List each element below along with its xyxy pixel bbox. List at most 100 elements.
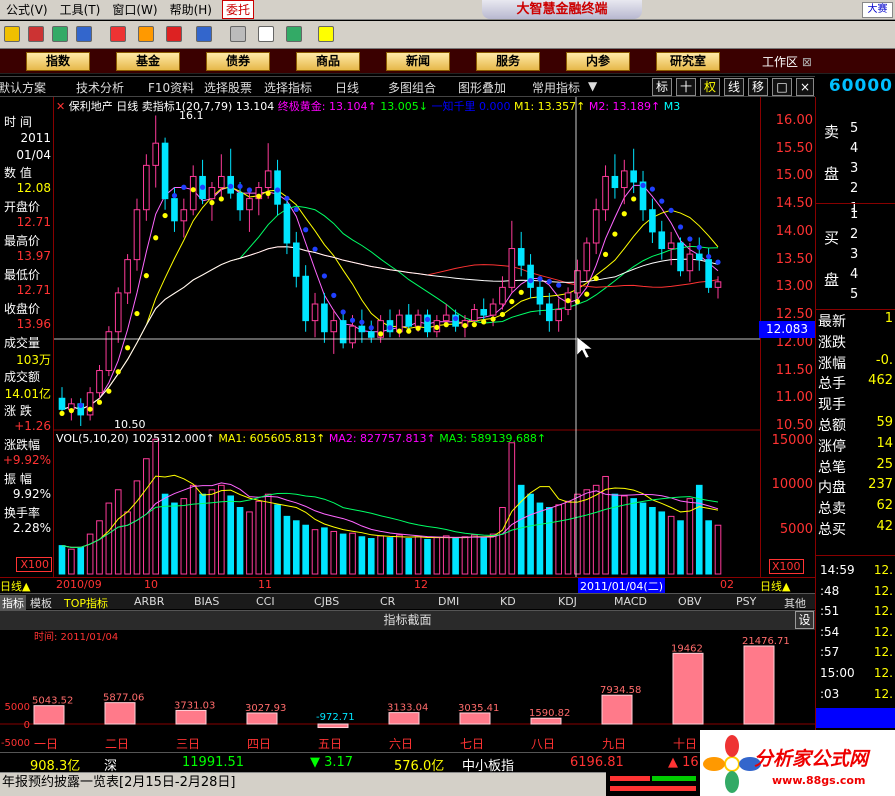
link-icon[interactable]	[196, 26, 212, 42]
tab-psy[interactable]: PSY	[736, 595, 756, 608]
stock-name: 保利地产	[68, 100, 113, 113]
dropdown-icon[interactable]: ▼	[588, 79, 597, 93]
signal-dot	[274, 187, 281, 193]
line-button[interactable]: 线	[724, 78, 744, 96]
tab-macd[interactable]: MACD	[614, 595, 647, 608]
flag-icon[interactable]	[110, 26, 126, 42]
tab-template[interactable]: 模板	[30, 595, 52, 611]
entrust-button[interactable]: 委托	[221, 0, 254, 19]
toolbar-overlay[interactable]: 图形叠加	[458, 79, 506, 96]
tick-price: 12.	[873, 645, 893, 660]
tab-indicator[interactable]: 指标	[0, 595, 26, 611]
candle-body	[218, 175, 225, 189]
rights-button[interactable]: 权	[700, 78, 720, 96]
signal-dot	[499, 311, 506, 318]
x100-axis-label: X100	[769, 559, 804, 574]
contest-tab[interactable]: 大赛	[862, 2, 893, 18]
toolbar-select-stock[interactable]: 选择股票	[204, 79, 252, 96]
binoculars-icon[interactable]	[52, 26, 68, 42]
news-ticker[interactable]: 年报预约披露一览表[2月15日-2月28日]	[0, 772, 700, 796]
candle-body	[105, 331, 113, 372]
period-right-label[interactable]: 日线▲	[760, 578, 790, 594]
candle-body	[264, 170, 272, 189]
signal-dot	[134, 310, 140, 317]
toolbar-select-indicator[interactable]: 选择指标	[264, 79, 312, 96]
tab-kdj[interactable]: KDJ	[558, 595, 577, 608]
app-window: 公式(V) 工具(T) 窗口(W) 帮助(H) 委托 大智慧金融终端 大赛 指数…	[0, 0, 895, 796]
menu-formula[interactable]: 公式(V)	[0, 1, 54, 18]
candle-body	[714, 281, 722, 288]
tab-cci[interactable]: CCI	[256, 595, 275, 608]
value-label: 数 值	[4, 166, 32, 180]
toolbar-multi-chart[interactable]: 多图组合	[388, 79, 436, 96]
tab-bias[interactable]: BIAS	[194, 595, 219, 608]
signal-dot	[59, 410, 65, 416]
arrow-icon[interactable]	[166, 26, 182, 42]
toolbar-tech-analysis[interactable]: 技术分析	[76, 79, 124, 96]
toolbar-scheme[interactable]: 默认方案	[0, 79, 46, 96]
menu-window[interactable]: 窗口(W)	[106, 1, 163, 18]
tick-price: 12.	[873, 604, 893, 619]
nav-fund[interactable]: 基金	[116, 52, 180, 71]
signal-dot	[387, 325, 393, 331]
close-icon[interactable]: ⊠	[802, 55, 812, 69]
tab-arbr[interactable]: ARBR	[134, 595, 164, 608]
nav-insider[interactable]: 内参	[566, 52, 630, 71]
nav-research[interactable]: 研究室	[656, 52, 720, 71]
price-tick-label: 14.00	[775, 223, 813, 239]
maximize-icon[interactable]: □	[772, 78, 792, 96]
books-icon[interactable]	[286, 26, 302, 42]
crosshair-button[interactable]: 十	[676, 78, 696, 96]
tick-time: :03	[820, 686, 840, 701]
date-dec: 12	[414, 578, 428, 591]
settings-button[interactable]: 设	[795, 611, 814, 629]
bar-value-label: -972.71	[316, 712, 355, 723]
refresh-icon[interactable]	[28, 26, 44, 42]
close-icon[interactable]: ×	[796, 78, 814, 96]
nav-news[interactable]: 新闻	[386, 52, 450, 71]
window-icon[interactable]	[258, 26, 274, 42]
help-icon[interactable]	[318, 26, 334, 42]
workarea-label[interactable]: 工作区 ⊠	[762, 53, 812, 70]
ad-banner[interactable]: 大智慧金融终端	[482, 0, 642, 19]
tab-cr[interactable]: CR	[380, 595, 395, 608]
toolbar-f10[interactable]: F10资料	[148, 79, 194, 96]
toolbar-common-indicator[interactable]: 常用指标	[532, 79, 580, 96]
menu-tools[interactable]: 工具(T)	[54, 1, 107, 18]
home-icon[interactable]	[4, 26, 20, 42]
tick-time: :54	[820, 624, 840, 639]
buy-level-1: 1	[850, 207, 859, 222]
bar-category-label: 九日	[602, 737, 626, 751]
menu-help[interactable]: 帮助(H)	[164, 1, 218, 18]
tab-cjbs[interactable]: CJBS	[314, 595, 339, 608]
move-button[interactable]: 移	[748, 78, 768, 96]
print-icon[interactable]	[230, 26, 246, 42]
stock-code[interactable]: 60000	[818, 76, 895, 98]
kline-chart[interactable]: 16.1 10.50	[54, 97, 760, 577]
tab-top-indicator[interactable]: TOP指标	[64, 595, 108, 611]
nav-commodity[interactable]: 商品	[296, 52, 360, 71]
nav-service[interactable]: 服务	[476, 52, 540, 71]
toolbar-daily[interactable]: 日线	[335, 79, 359, 96]
tab-kd[interactable]: KD	[500, 595, 516, 608]
tab-dmi[interactable]: DMI	[438, 595, 459, 608]
signal-dot	[434, 324, 440, 331]
diamond-icon[interactable]	[138, 26, 154, 42]
signal-dot	[293, 206, 299, 213]
volume-bar	[620, 495, 628, 575]
tab-other[interactable]: 其他	[784, 595, 806, 611]
signal-dot	[246, 187, 253, 193]
mark-button[interactable]: 标	[652, 78, 672, 96]
tick-price: 12.	[873, 624, 893, 639]
signal-dot	[190, 187, 196, 193]
back-icon[interactable]	[76, 26, 92, 42]
signal-dot	[415, 325, 421, 331]
signal-dot	[640, 182, 646, 188]
tab-obv[interactable]: OBV	[678, 595, 701, 608]
nav-index[interactable]: 指数	[26, 52, 90, 71]
period-left-label[interactable]: 日线▲	[0, 578, 30, 594]
signal-dot	[256, 193, 262, 199]
bar-axis-label: 0	[24, 720, 30, 731]
indicator-bar	[33, 705, 65, 725]
nav-bond[interactable]: 债券	[206, 52, 270, 71]
